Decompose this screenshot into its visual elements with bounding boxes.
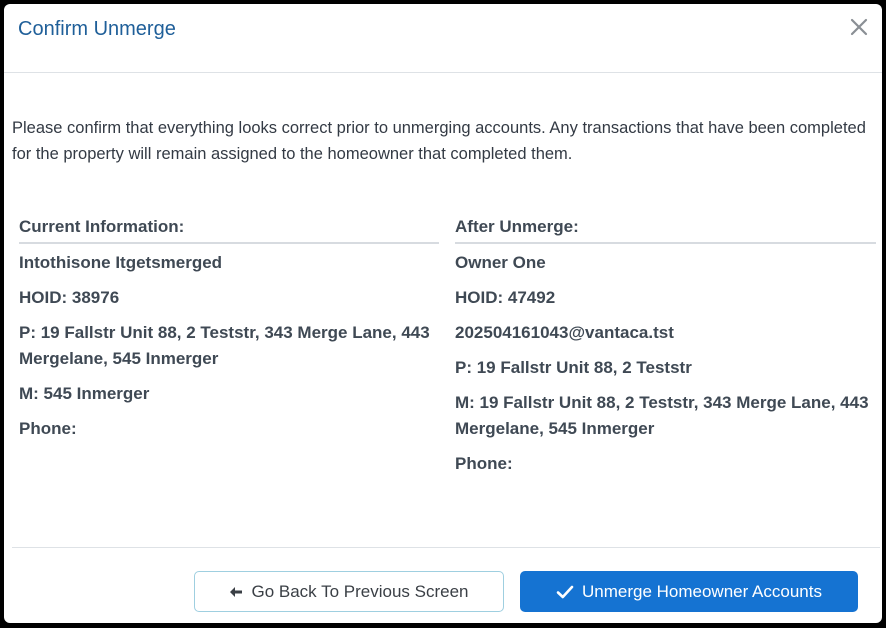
intro-text: Please confirm that everything looks cor… [12,119,866,163]
after-unmerge-column: After Unmerge: Owner One HOID: 47492 202… [455,212,876,486]
after-phone: Phone: [455,454,513,473]
current-hoid: HOID: 38976 [19,288,120,307]
current-phone: Phone: [19,419,77,438]
current-information-column: Current Information: Intothisone Itgetsm… [19,212,439,451]
after-owner-name: Owner One [455,253,546,272]
after-email: 202504161043@vantaca.tst [455,323,674,342]
after-property-address: P: 19 Fallstr Unit 88, 2 Teststr [455,358,692,377]
current-owner-name: Intothisone Itgetsmerged [19,253,223,272]
go-back-button-label: Go Back To Previous Screen [251,581,469,601]
footer-divider [12,547,880,548]
check-icon [556,585,574,598]
close-button[interactable] [848,16,870,38]
arrow-left-icon [230,586,243,597]
modal-title: Confirm Unmerge [18,18,176,40]
current-mailing-address: M: 545 Inmerger [19,384,150,403]
modal-header: Confirm Unmerge [4,4,882,73]
current-property-address: P: 19 Fallstr Unit 88, 2 Teststr, 343 Me… [19,323,430,368]
current-information-heading: Current Information: [19,212,439,244]
after-mailing-address: M: 19 Fallstr Unit 88, 2 Teststr, 343 Me… [455,393,869,438]
confirm-unmerge-modal: Confirm Unmerge Please confirm that ever… [4,4,882,623]
close-icon [850,18,868,36]
unmerge-accounts-button[interactable]: Unmerge Homeowner Accounts [520,571,858,612]
after-hoid: HOID: 47492 [455,288,556,307]
unmerge-accounts-button-label: Unmerge Homeowner Accounts [581,581,822,601]
go-back-button[interactable]: Go Back To Previous Screen [194,571,504,612]
after-unmerge-heading: After Unmerge: [455,212,876,244]
